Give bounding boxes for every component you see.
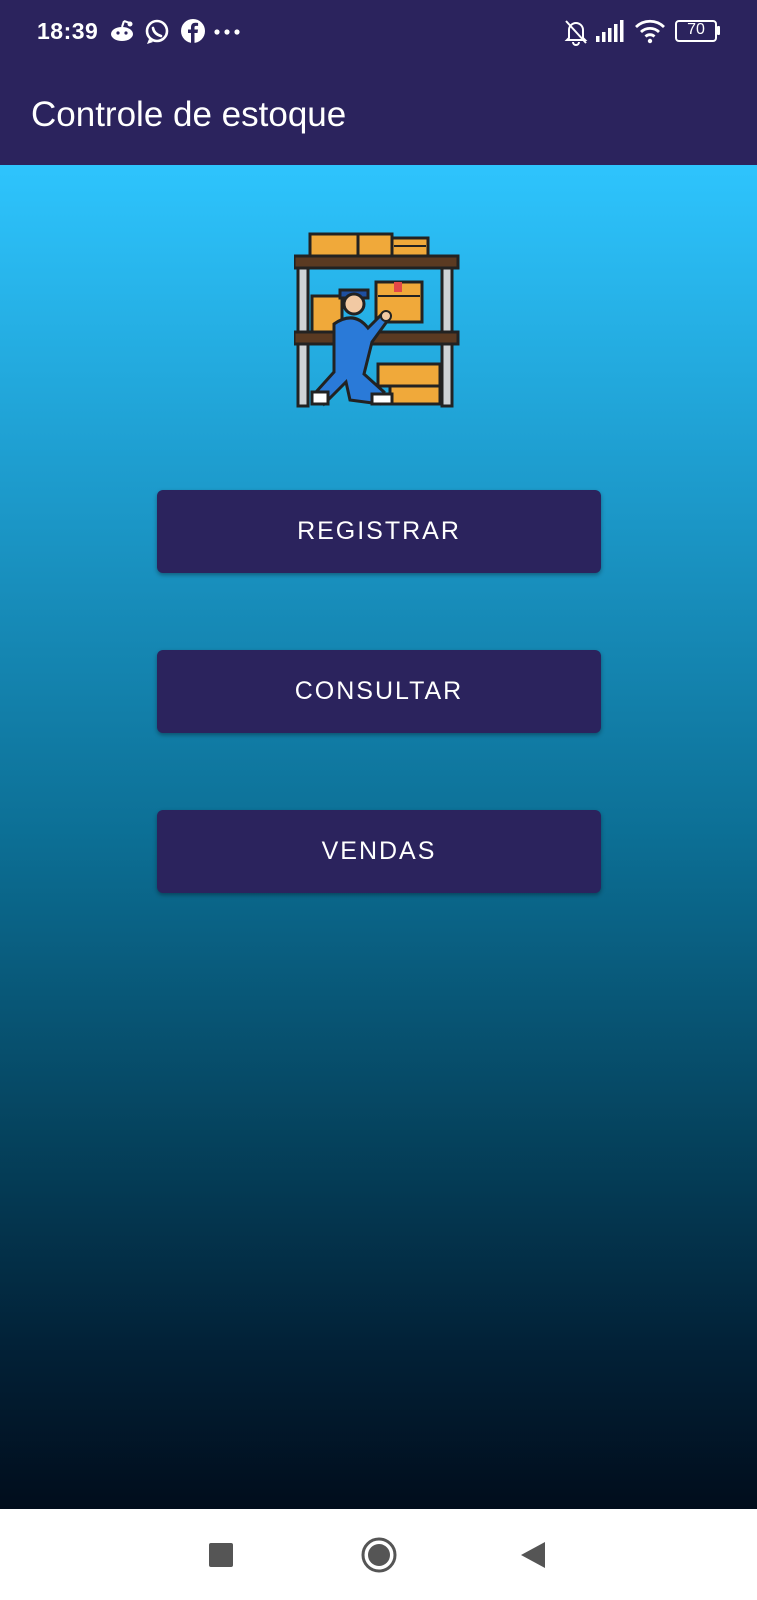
status-bar: 18:39 70 [0,0,757,64]
facebook-icon [181,19,205,43]
more-dots-icon [214,29,240,35]
app-bar: Controle de estoque [0,64,757,165]
home-circle-icon[interactable] [360,1536,398,1574]
battery-icon: 70 [675,20,720,42]
main-content: REGISTRAR CONSULTAR VENDAS [0,165,757,1509]
battery-level: 70 [687,21,705,38]
reddit-icon [111,20,133,41]
whatsapp-icon [145,19,169,44]
recents-square-icon[interactable] [209,1543,233,1567]
back-triangle-icon[interactable] [521,1542,545,1568]
page-title: Controle de estoque [31,95,347,134]
wifi-icon [635,19,665,44]
vendas-button[interactable]: VENDAS [157,810,601,893]
status-time: 18:39 [37,18,99,44]
consultar-button[interactable]: CONSULTAR [157,650,601,733]
system-nav-bar [0,1509,757,1600]
warehouse-worker-icon [294,232,460,408]
notifications-off-icon [564,20,588,46]
signal-icon [596,20,624,42]
registrar-button[interactable]: REGISTRAR [157,490,601,573]
